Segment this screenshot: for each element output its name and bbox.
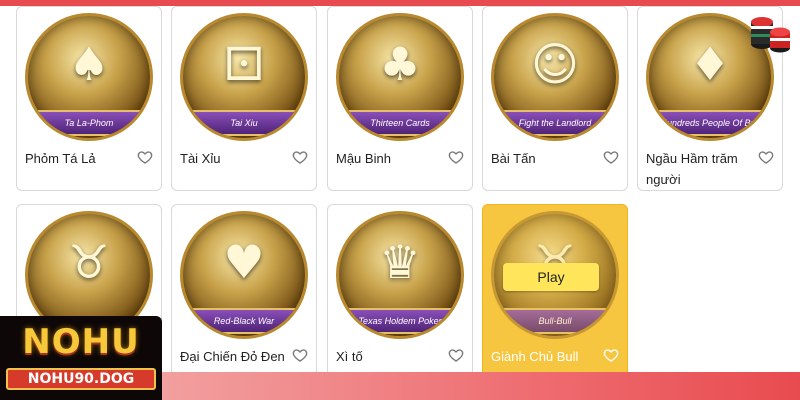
site-logo[interactable]: NOHU NOHU90.DOG — [0, 316, 162, 400]
game-card-tai-xiu[interactable]: ⚀ Tai Xiu Tài Xỉu — [171, 6, 317, 191]
game-banner: Ta La-Phom — [28, 110, 150, 136]
game-title: Bài Tấn — [491, 151, 536, 166]
game-card-bai-tan[interactable]: ☺ Fight the Landlord Bài Tấn — [482, 6, 628, 191]
game-title: Đại Chiến Đỏ Đen — [180, 349, 285, 364]
game-card-dai-chien[interactable]: ♥ Red-Black War Đại Chiến Đỏ Đen — [171, 204, 317, 389]
play-button[interactable]: Play — [503, 263, 599, 291]
game-card-phom[interactable]: ♠ Ta La-Phom Phỏm Tá Lả — [16, 6, 162, 191]
logo-wordmark: NOHU — [22, 322, 140, 362]
revolver-cards-icon: ♣ Thirteen Cards — [336, 13, 464, 141]
game-title: Giành Chủ Bull — [491, 349, 579, 364]
game-banner: Tai Xiu — [183, 110, 305, 136]
heart-outline-icon[interactable] — [758, 149, 774, 165]
game-card-gianh-chu-bull[interactable]: ♉ Bull-Bull Play Giành Chủ Bull — [482, 204, 628, 389]
game-banner: Fight the Landlord — [494, 110, 616, 136]
game-title: Mậu Binh — [336, 151, 391, 166]
game-title: Tài Xỉu — [180, 151, 221, 166]
heart-outline-icon[interactable] — [292, 347, 308, 363]
game-card-mau-binh[interactable]: ♣ Thirteen Cards Mậu Binh — [327, 6, 473, 191]
game-banner: Texas Holdem Poker — [339, 308, 461, 334]
logo-domain: NOHU90.DOG — [6, 368, 156, 390]
versus-cards-icon: ♥ Red-Black War — [180, 211, 308, 339]
heart-outline-icon[interactable] — [603, 149, 619, 165]
game-title: Phỏm Tá Lả — [25, 151, 96, 166]
game-banner: Red-Black War — [183, 308, 305, 334]
phom-cards-icon: ♠ Ta La-Phom — [25, 13, 153, 141]
bottom-accent-bar — [160, 372, 800, 400]
game-card-xi-to[interactable]: ♛ Texas Holdem Poker Xì tố — [327, 204, 473, 389]
heart-outline-icon[interactable] — [292, 149, 308, 165]
game-banner: Bull-Bull — [494, 308, 616, 334]
crown-cards-icon: ♛ Texas Holdem Poker — [336, 211, 464, 339]
heart-outline-icon[interactable] — [603, 347, 619, 363]
landlord-character-icon: ☺ Fight the Landlord — [491, 13, 619, 141]
dice-cup-icon: ⚀ Tai Xiu — [180, 13, 308, 141]
casino-chips-icon — [748, 8, 792, 54]
heart-outline-icon[interactable] — [448, 347, 464, 363]
game-banner: Hundreds People Of Bull — [649, 110, 771, 136]
game-title: Ngầu Hầm trăm người — [646, 151, 738, 187]
game-banner: Thirteen Cards — [339, 110, 461, 136]
heart-outline-icon[interactable] — [137, 149, 153, 165]
game-title: Xì tố — [336, 349, 363, 364]
heart-outline-icon[interactable] — [448, 149, 464, 165]
